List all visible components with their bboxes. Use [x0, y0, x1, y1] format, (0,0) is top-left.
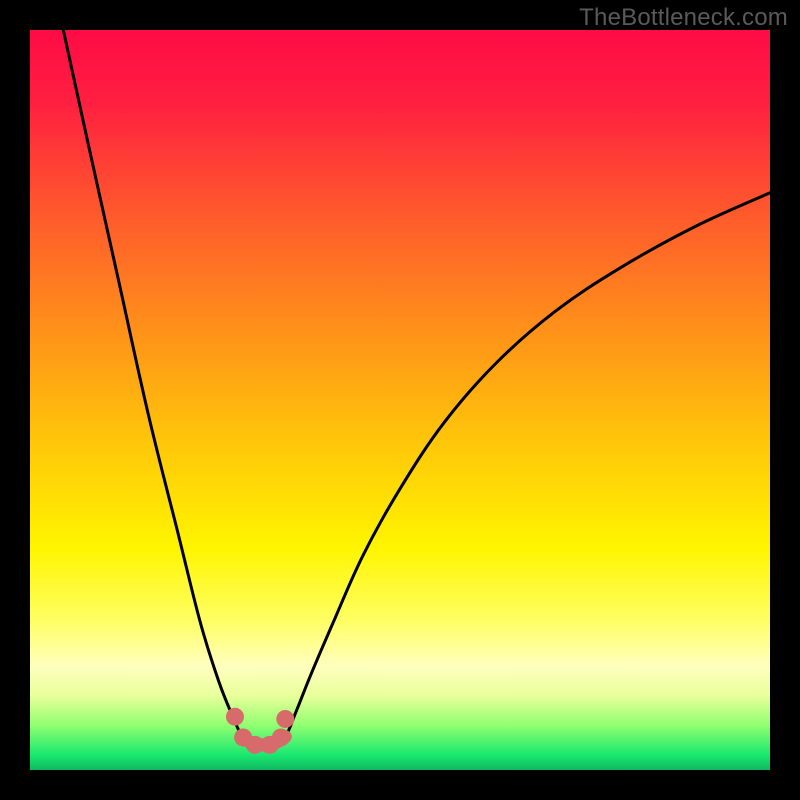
- watermark-text: TheBottleneck.com: [579, 4, 788, 32]
- valley-marker: [226, 708, 244, 726]
- chart-canvas: [0, 0, 800, 800]
- valley-marker: [276, 710, 294, 728]
- valley-marker: [272, 728, 290, 746]
- chart-frame: TheBottleneck.com: [0, 0, 800, 800]
- plot-background: [30, 30, 770, 770]
